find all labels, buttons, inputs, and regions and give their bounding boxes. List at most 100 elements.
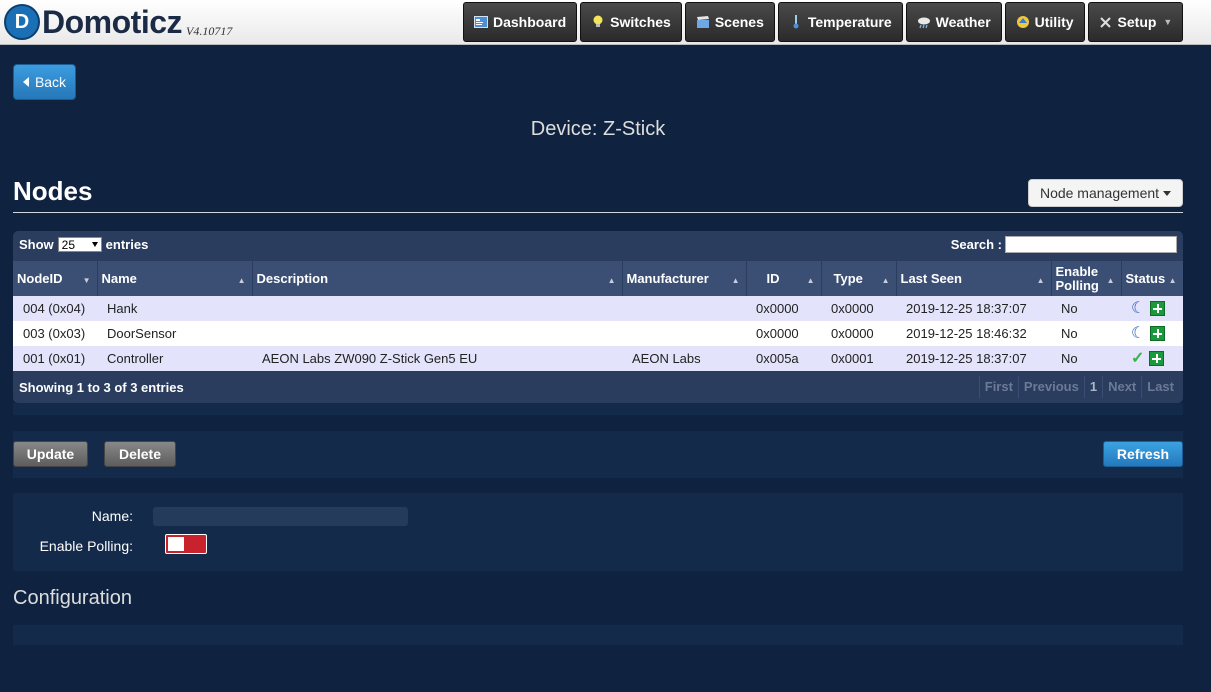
entries-label: entries <box>105 237 149 252</box>
add-icon[interactable] <box>1149 351 1165 366</box>
divider <box>13 212 1183 213</box>
moon-icon: ☾ <box>1131 300 1146 317</box>
column-header-nodeid[interactable]: NodeID ▼ <box>13 261 98 296</box>
search-label: Search : <box>950 237 1002 252</box>
pager-current[interactable]: 1 <box>1083 376 1102 398</box>
column-label: ID <box>766 270 780 286</box>
delete-button[interactable]: Delete <box>104 441 176 467</box>
column-header-status[interactable]: Status ▲ <box>1121 261 1183 296</box>
enable-polling-label: Enable Polling: <box>39 538 133 554</box>
caret-down-icon <box>91 242 98 247</box>
cell-status: ☾ <box>1121 296 1183 321</box>
nav-temperature-label: Temperature <box>807 14 892 30</box>
table-row[interactable]: 004 (0x04) Hank 0x0000 0x0000 2019-12-25… <box>13 296 1183 321</box>
lightbulb-icon <box>591 15 605 29</box>
cell-manufacturer <box>622 321 746 346</box>
nav-weather[interactable]: Weather <box>905 2 1002 42</box>
cell-type: 0x0000 <box>821 296 896 321</box>
sort-icon: ▲ <box>1168 276 1177 285</box>
nav-dashboard[interactable]: Dashboard <box>463 2 578 42</box>
sort-icon: ▲ <box>806 276 815 285</box>
cell-polling: No <box>1051 296 1121 321</box>
column-label: NodeID <box>17 270 63 286</box>
table-footer: Showing 1 to 3 of 3 entries First Previo… <box>13 371 1183 403</box>
thermometer-icon <box>789 15 803 29</box>
nav-dashboard-label: Dashboard <box>493 14 567 30</box>
pager-next[interactable]: Next <box>1102 376 1141 398</box>
nav-scenes[interactable]: Scenes <box>684 2 775 42</box>
wrench-icon <box>1099 15 1113 29</box>
top-bar: D Domoticz V4.10717 Dashboard Switches S… <box>0 0 1211 45</box>
add-icon[interactable] <box>1150 301 1166 316</box>
sort-icon: ▲ <box>607 276 616 285</box>
cell-id: 0x005a <box>746 346 821 371</box>
show-entries: Show 25 entries <box>19 237 148 252</box>
column-header-enable-polling[interactable]: Enable Polling ▲ <box>1051 261 1122 296</box>
check-icon: ✓ <box>1131 350 1145 367</box>
table-info: Showing 1 to 3 of 3 entries <box>19 380 184 395</box>
cell-id: 0x0000 <box>746 321 821 346</box>
column-label: Status <box>1125 270 1166 286</box>
sort-icon: ▲ <box>731 276 740 285</box>
nav-weather-label: Weather <box>935 14 991 30</box>
entries-select-value: 25 <box>61 237 76 252</box>
arrow-left-icon <box>22 77 29 87</box>
cell-polling: No <box>1051 346 1121 371</box>
main-nav: Dashboard Switches Scenes Temperature We… <box>463 2 1184 42</box>
enable-polling-toggle[interactable] <box>165 534 207 554</box>
cell-manufacturer <box>622 296 746 321</box>
entries-select[interactable]: 25 <box>57 237 102 252</box>
cell-node-id: 001 (0x01) <box>13 346 97 371</box>
cell-status: ☾ <box>1121 321 1183 346</box>
cell-type: 0x0001 <box>821 346 896 371</box>
app-logo[interactable]: D Domoticz V4.10717 <box>4 4 232 42</box>
table-row[interactable]: 001 (0x01) Controller AEON Labs ZW090 Z-… <box>13 346 1183 371</box>
column-header-manufacturer[interactable]: Manufacturer ▲ <box>622 261 747 296</box>
name-input[interactable] <box>153 507 408 526</box>
app-version: V4.10717 <box>186 24 233 38</box>
node-management-dropdown[interactable]: Node management <box>1028 179 1183 207</box>
nav-temperature[interactable]: Temperature <box>777 2 903 42</box>
cell-description: AEON Labs ZW090 Z-Stick Gen5 EU <box>252 346 622 371</box>
column-header-id[interactable]: ID ▲ <box>746 261 822 296</box>
cell-name: DoorSensor <box>97 321 252 346</box>
cell-polling: No <box>1051 321 1121 346</box>
configuration-panel <box>13 625 1183 645</box>
table-controls: Show 25 entries Search : <box>13 231 1183 261</box>
pagination: First Previous 1 Next Last <box>978 376 1179 398</box>
cell-name: Controller <box>97 346 252 371</box>
nav-utility-label: Utility <box>1034 14 1074 30</box>
cell-name: Hank <box>97 296 252 321</box>
cell-description <box>252 296 622 321</box>
node-edit-form: Name: Enable Polling: <box>13 493 1183 571</box>
pager-previous[interactable]: Previous <box>1017 376 1084 398</box>
back-button[interactable]: Back <box>13 64 76 100</box>
column-label: Type <box>833 270 863 286</box>
column-header-name[interactable]: Name ▲ <box>97 261 253 296</box>
update-button[interactable]: Update <box>13 441 88 467</box>
back-button-label: Back <box>34 74 67 90</box>
column-label: Last Seen <box>900 270 962 286</box>
sort-icon: ▼ <box>82 276 91 285</box>
table-panel-footer-strip <box>13 403 1183 415</box>
column-header-description[interactable]: Description ▲ <box>252 261 623 296</box>
nav-utility[interactable]: Utility <box>1004 2 1085 42</box>
nodes-table: NodeID ▼ Name ▲ Description ▲ Manufacturer ▲… <box>13 261 1183 371</box>
nav-setup[interactable]: Setup ▼ <box>1087 2 1184 42</box>
nav-switches[interactable]: Switches <box>580 2 682 42</box>
nodes-table-panel: Show 25 entries Search : NodeID ▼ Name ▲ D… <box>13 231 1183 403</box>
clapperboard-icon <box>696 15 710 29</box>
name-label: Name: <box>91 508 133 524</box>
pager-first[interactable]: First <box>978 376 1018 398</box>
pager-last[interactable]: Last <box>1141 376 1179 398</box>
refresh-button[interactable]: Refresh <box>1103 441 1183 467</box>
table-row[interactable]: 003 (0x03) DoorSensor 0x0000 0x0000 2019… <box>13 321 1183 346</box>
search-input[interactable] <box>1005 236 1177 253</box>
nav-switches-label: Switches <box>610 14 671 30</box>
add-icon[interactable] <box>1150 326 1166 341</box>
utility-icon <box>1016 15 1030 29</box>
column-header-last-seen[interactable]: Last Seen ▲ <box>896 261 1052 296</box>
nav-setup-label: Setup <box>1117 14 1157 30</box>
column-label: Name <box>101 270 137 286</box>
column-header-type[interactable]: Type ▲ <box>821 261 897 296</box>
